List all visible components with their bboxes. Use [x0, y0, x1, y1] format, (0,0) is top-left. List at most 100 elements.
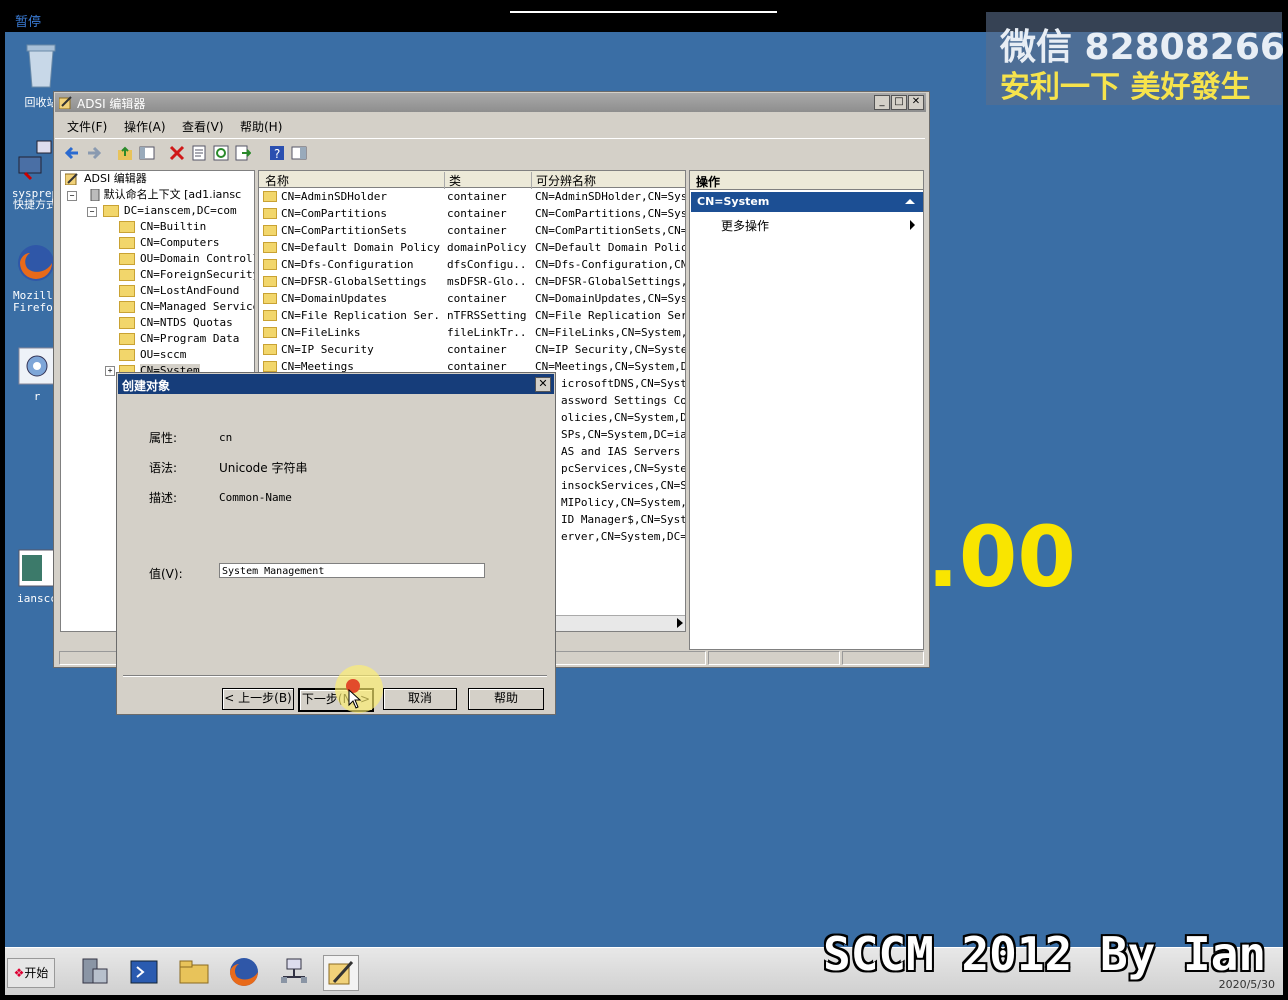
server-manager-icon[interactable]: [77, 955, 111, 989]
adsi-taskbar-icon[interactable]: [323, 955, 359, 991]
show-hide-tree-icon[interactable]: [139, 145, 155, 161]
list-item[interactable]: CN=FileLinks fileLinkTr... CN=FileLinks,CN…: [259, 324, 685, 341]
tree-context[interactable]: − 默认命名上下文 [ad1.iansc: [67, 187, 241, 203]
list-cell-class: msDFSR-Glo...: [447, 275, 527, 288]
attribute-label: 属性:: [149, 431, 178, 445]
folder-icon: [263, 242, 277, 253]
adsi-app-icon: [59, 96, 72, 109]
column-class-header[interactable]: 类: [444, 172, 461, 189]
folder-icon: [119, 301, 135, 313]
tree-root[interactable]: ADSI 编辑器: [64, 171, 147, 187]
folder-icon: [263, 310, 277, 321]
expand-icon[interactable]: +: [105, 366, 115, 376]
menu-help[interactable]: 帮助(H): [240, 118, 282, 135]
toolbar: ?: [55, 138, 925, 165]
maximize-button[interactable]: □: [891, 95, 907, 110]
window-titlebar[interactable]: ADSI 编辑器 _ □ ✕: [55, 93, 926, 112]
tree-item-label: OU=Domain Controlle: [140, 252, 255, 265]
dialog-close-button[interactable]: ✕: [535, 377, 551, 392]
list-item[interactable]: CN=ComPartitions container CN=ComPartition…: [259, 205, 685, 222]
tree-item[interactable]: CN=Program Data: [119, 331, 239, 347]
back-arrow-icon[interactable]: [64, 145, 80, 161]
tree-item[interactable]: CN=Managed Service: [119, 299, 254, 315]
collapse-up-icon[interactable]: [905, 199, 915, 204]
syntax-value: Unicode 字符串: [219, 461, 308, 475]
close-button[interactable]: ✕: [908, 95, 924, 110]
tree-item[interactable]: CN=Computers: [119, 235, 219, 251]
back-button[interactable]: < 上一步(B): [222, 688, 294, 710]
sysprep-shortcut[interactable]: sysprep 快捷方式: [11, 139, 59, 210]
tree-item[interactable]: OU=sccm: [119, 347, 186, 363]
cancel-button[interactable]: 取消: [383, 688, 457, 710]
actions-header: 操作: [690, 171, 923, 190]
list-cell-dn: CN=Meetings,CN=System,DC=: [535, 360, 685, 373]
list-item[interactable]: CN=ComPartitionSets container CN=ComPartit…: [259, 222, 685, 239]
firefox-taskbar-icon[interactable]: [227, 955, 261, 989]
wechat-watermark: 微信 82808266 安利一下 美好發生: [986, 12, 1283, 105]
forward-arrow-icon[interactable]: [86, 145, 102, 161]
list-item[interactable]: CN=IP Security container CN=IP Security,CN…: [259, 341, 685, 358]
list-item[interactable]: CN=File Replication Ser... nTFRSSettings C…: [259, 307, 685, 324]
list-cell-class: container: [447, 190, 507, 203]
tree-item-label: CN=ForeignSecurityP: [140, 268, 255, 281]
show-action-pane-icon[interactable]: [291, 145, 307, 161]
list-header: 名称 类 可分辨名称: [259, 171, 685, 189]
list-item[interactable]: CN=Default Domain Policy domainPolicy CN=D…: [259, 239, 685, 256]
overlay-big-number: .00: [927, 508, 1076, 606]
list-cell-dn: CN=FileLinks,CN=System,DC: [535, 326, 685, 339]
minimize-button[interactable]: _: [874, 95, 890, 110]
collapse-icon[interactable]: −: [67, 191, 77, 201]
actions-pane: 操作 CN=System 更多操作: [689, 170, 924, 650]
tree-item[interactable]: CN=Builtin: [119, 219, 206, 235]
list-cell-dn: CN=AdminSDHolder,CN=Syste: [535, 190, 685, 203]
list-item[interactable]: CN=DFSR-GlobalSettings msDFSR-Glo... CN=DF…: [259, 273, 685, 290]
menu-file[interactable]: 文件(F): [67, 118, 107, 135]
tree-item-label: CN=LostAndFound: [140, 284, 240, 297]
adsi-node-icon: [64, 173, 78, 186]
list-cell-dn-partial: insockServices,CN=Sys: [561, 479, 685, 492]
help-button[interactable]: 帮助: [468, 688, 544, 710]
powershell-icon[interactable]: [127, 955, 161, 989]
column-dn-header[interactable]: 可分辨名称: [531, 172, 596, 189]
properties-icon[interactable]: [191, 145, 207, 161]
export-list-icon[interactable]: [235, 145, 251, 161]
tree-context-label: 默认命名上下文 [ad1.iansc: [103, 188, 242, 201]
up-folder-icon[interactable]: [117, 145, 133, 161]
tree-item[interactable]: CN=ForeignSecurityP: [119, 267, 255, 283]
list-item[interactable]: CN=Dfs-Configuration dfsConfigu... CN=Dfs-…: [259, 256, 685, 273]
list-cell-dn-partial: AS and IAS Servers Ac: [561, 445, 685, 458]
tree-domain[interactable]: − DC=ianscem,DC=com: [87, 203, 237, 219]
attribute-value: cn: [219, 431, 233, 444]
collapse-icon[interactable]: −: [87, 207, 97, 217]
network-taskbar-icon[interactable]: [277, 955, 311, 989]
folder-icon: [263, 361, 277, 372]
list-cell-name: CN=FileLinks: [281, 326, 361, 339]
list-cell-class: container: [447, 207, 507, 220]
dialog-titlebar[interactable]: 创建对象 ✕: [118, 374, 554, 394]
actions-selected-object[interactable]: CN=System: [691, 192, 923, 212]
tree-item[interactable]: OU=Domain Controlle: [119, 251, 255, 267]
dialog-separator: [123, 675, 547, 677]
tree-item[interactable]: CN=NTDS Quotas: [119, 315, 233, 331]
more-actions-label: 更多操作: [721, 219, 770, 233]
folder-icon: [263, 225, 277, 236]
list-cell-dn-partial: olicies,CN=System,DC=: [561, 411, 685, 424]
pause-label[interactable]: 暂停: [15, 11, 41, 30]
refresh-icon[interactable]: [213, 145, 229, 161]
column-name-header[interactable]: 名称: [265, 172, 289, 189]
dialog-title: 创建对象: [122, 379, 171, 393]
list-item[interactable]: CN=DomainUpdates container CN=DomainUpdate…: [259, 290, 685, 307]
create-object-dialog[interactable]: 创建对象 ✕ 属性: cn 语法: Unicode 字符串 描述: Common…: [116, 372, 556, 715]
value-input[interactable]: System Management: [219, 563, 485, 578]
help-icon[interactable]: ?: [269, 145, 285, 161]
list-item[interactable]: CN=AdminSDHolder container CN=AdminSDHolde…: [259, 188, 685, 205]
more-actions-item[interactable]: 更多操作: [691, 216, 923, 234]
menu-action[interactable]: 操作(A): [124, 118, 166, 135]
start-button[interactable]: ❖开始: [7, 958, 55, 988]
scroll-right-arrow-icon[interactable]: [677, 618, 683, 628]
delete-icon[interactable]: [169, 145, 185, 161]
explorer-folder-icon[interactable]: [177, 955, 211, 989]
tree-item[interactable]: CN=LostAndFound: [119, 283, 239, 299]
menu-view[interactable]: 查看(V): [182, 118, 224, 135]
start-label: 开始: [24, 966, 49, 980]
